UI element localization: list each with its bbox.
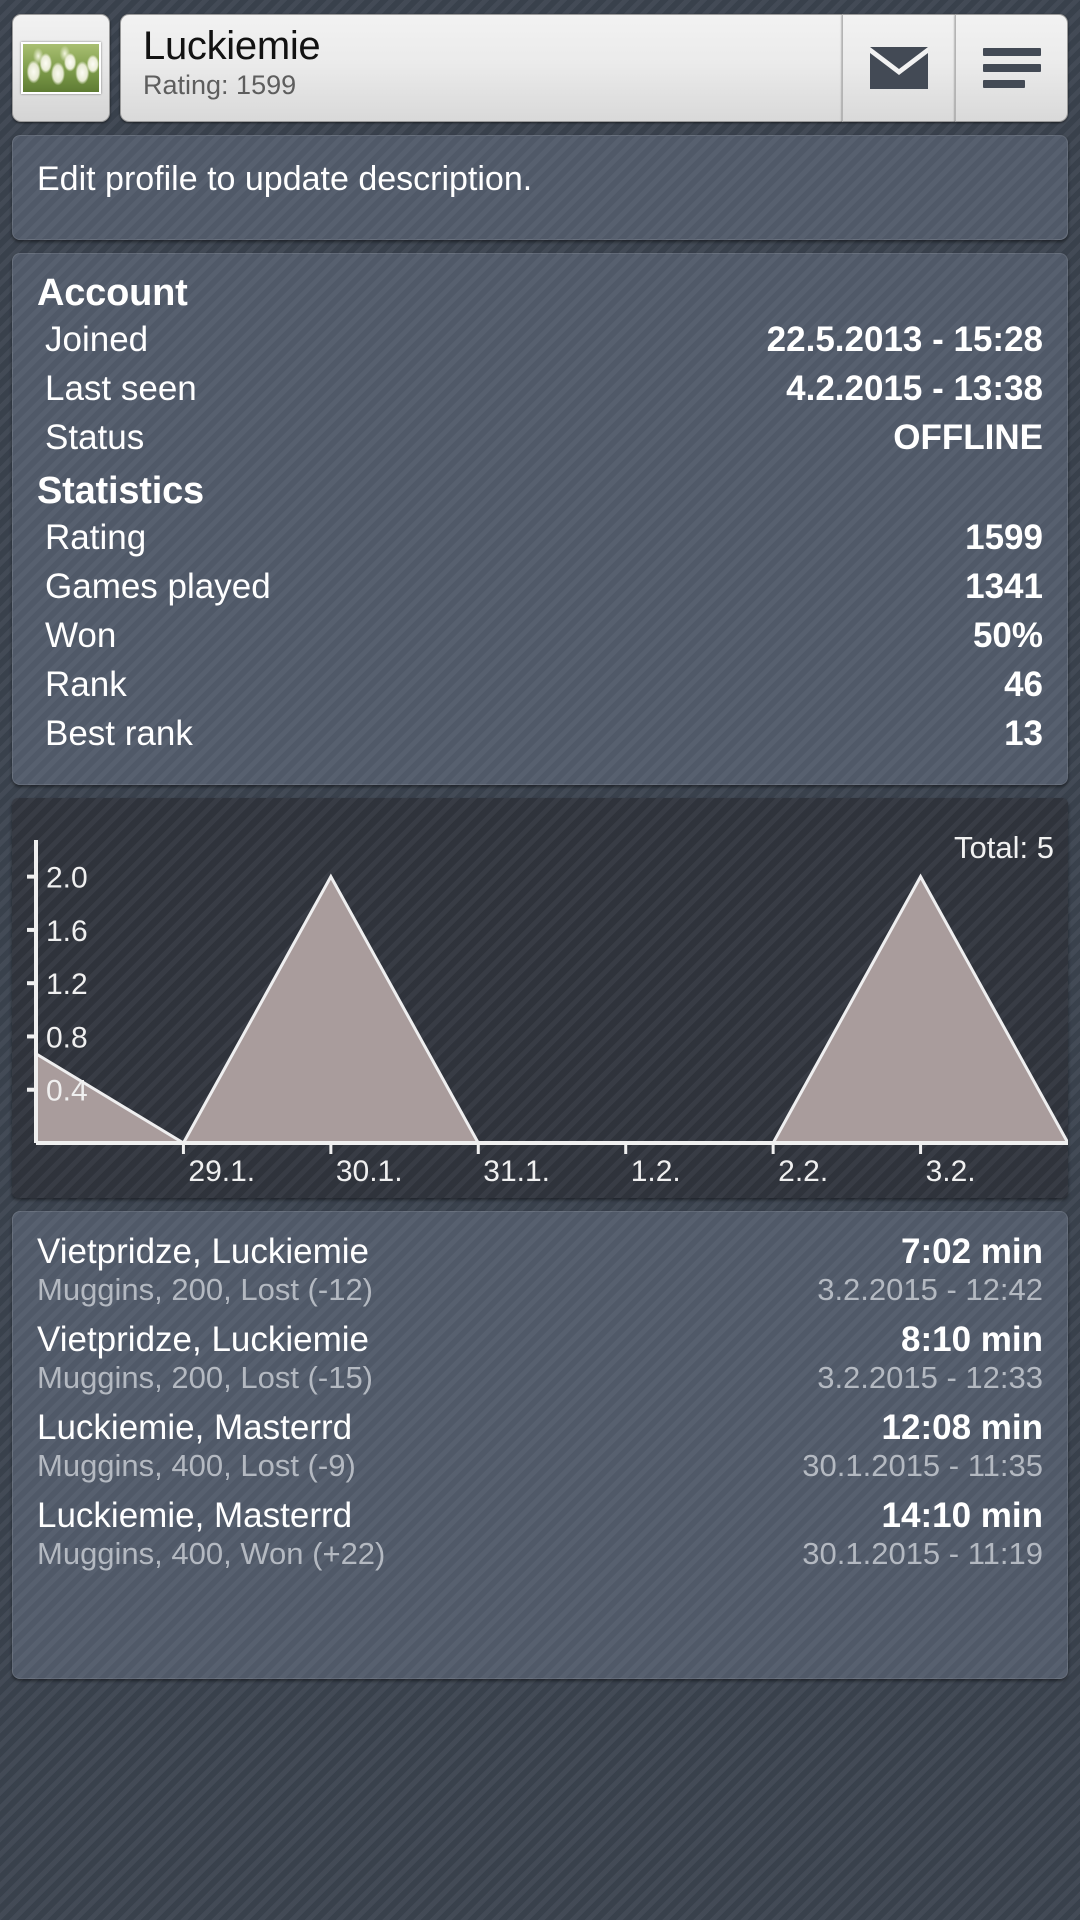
row-value: 22.5.2013 - 15:28 <box>766 320 1043 359</box>
row-label: Rating <box>45 518 147 557</box>
row-value: 4.2.2015 - 13:38 <box>786 369 1043 408</box>
game-duration: 14:10 min <box>881 1496 1043 1535</box>
avatar-button[interactable] <box>12 14 110 122</box>
statistics-section-heading: Statistics <box>37 470 204 512</box>
game-date: 30.1.2015 - 11:35 <box>802 1448 1043 1483</box>
row-label: Last seen <box>45 369 197 408</box>
page-title: Luckiemie <box>143 24 321 68</box>
envelope-icon <box>870 47 928 89</box>
messages-button[interactable] <box>842 14 955 122</box>
stats-row-rank: Rank 46 <box>37 660 1043 709</box>
svg-text:0.8: 0.8 <box>46 1021 88 1054</box>
list-item[interactable]: Luckiemie, Masterrd 12:08 min Muggins, 4… <box>35 1404 1045 1492</box>
svg-text:1.6: 1.6 <box>46 915 88 948</box>
row-label: Rank <box>45 665 127 704</box>
list-item[interactable]: Luckiemie, Masterrd 14:10 min Muggins, 4… <box>35 1492 1045 1580</box>
row-value: 50% <box>972 616 1043 655</box>
svg-text:31.1.: 31.1. <box>483 1155 550 1188</box>
account-row-joined: Joined 22.5.2013 - 15:28 <box>37 315 1043 364</box>
game-date: 30.1.2015 - 11:19 <box>802 1536 1043 1571</box>
svg-text:1.2: 1.2 <box>46 968 88 1001</box>
row-label: Games played <box>45 567 271 606</box>
svg-text:2.0: 2.0 <box>46 862 88 895</box>
game-players: Luckiemie, Masterrd <box>37 1496 353 1535</box>
account-section-heading: Account <box>37 272 188 314</box>
game-players: Luckiemie, Masterrd <box>37 1408 353 1447</box>
account-statistics-card: Account Joined 22.5.2013 - 15:28 Last se… <box>12 253 1068 785</box>
row-label: Best rank <box>45 714 193 753</box>
svg-text:30.1.: 30.1. <box>336 1155 403 1188</box>
game-meta: Muggins, 200, Lost (-15) <box>37 1360 374 1395</box>
game-duration: 8:10 min <box>901 1320 1043 1359</box>
svg-text:Total: 5: Total: 5 <box>954 830 1054 865</box>
stats-row-best-rank: Best rank 13 <box>37 709 1043 758</box>
game-players: Vietpridze, Luckiemie <box>37 1232 370 1271</box>
hamburger-menu-icon <box>982 48 1041 88</box>
row-label: Won <box>45 616 117 655</box>
activity-chart: 0.4 0.8 1.2 1.6 2.0 29.1. 30.1. 31.1. 1.2. 2.2. 3.… <box>12 798 1068 1198</box>
account-row-status: Status OFFLINE <box>37 413 1043 462</box>
stats-row-games-played: Games played 1341 <box>37 562 1043 611</box>
stats-row-won: Won 50% <box>37 611 1043 660</box>
status-badge: OFFLINE <box>893 418 1043 457</box>
row-label: Joined <box>45 320 149 359</box>
svg-text:2.2.: 2.2. <box>778 1155 828 1188</box>
row-value: 1599 <box>965 518 1043 557</box>
profile-description-card[interactable]: Edit profile to update description. <box>12 135 1068 240</box>
account-row-last-seen: Last seen 4.2.2015 - 13:38 <box>37 364 1043 413</box>
svg-text:3.2.: 3.2. <box>926 1155 976 1188</box>
svg-text:0.4: 0.4 <box>46 1075 88 1108</box>
game-date: 3.2.2015 - 12:33 <box>817 1360 1043 1395</box>
row-value: 13 <box>1004 714 1043 753</box>
svg-text:1.2.: 1.2. <box>631 1155 681 1188</box>
profile-description-text: Edit profile to update description. <box>37 160 533 198</box>
svg-text:29.1.: 29.1. <box>188 1155 255 1188</box>
activity-chart-labels: 0.4 0.8 1.2 1.6 2.0 29.1. 30.1. 31.1. 1.2. 2.2. 3.… <box>46 830 1054 1188</box>
game-date: 3.2.2015 - 12:42 <box>817 1272 1043 1307</box>
list-item[interactable]: Vietpridze, Luckiemie 7:02 min Muggins, … <box>35 1228 1045 1316</box>
action-bar: Luckiemie Rating: 1599 <box>0 0 1080 122</box>
row-value: 1341 <box>965 567 1043 606</box>
menu-button[interactable] <box>955 14 1068 122</box>
row-value: 46 <box>1004 665 1043 704</box>
rating-subtitle: Rating: 1599 <box>143 70 297 100</box>
list-item[interactable]: Vietpridze, Luckiemie 8:10 min Muggins, … <box>35 1316 1045 1404</box>
profile-title-button[interactable]: Luckiemie Rating: 1599 <box>120 14 842 122</box>
game-duration: 12:08 min <box>881 1408 1043 1447</box>
recent-games-list[interactable]: Vietpridze, Luckiemie 7:02 min Muggins, … <box>12 1211 1068 1679</box>
stats-row-rating: Rating 1599 <box>37 513 1043 562</box>
game-meta: Muggins, 400, Lost (-9) <box>37 1448 356 1483</box>
avatar <box>21 42 101 94</box>
game-meta: Muggins, 400, Won (+22) <box>37 1536 386 1571</box>
game-meta: Muggins, 200, Lost (-12) <box>37 1272 374 1307</box>
game-duration: 7:02 min <box>901 1232 1043 1271</box>
game-players: Vietpridze, Luckiemie <box>37 1320 370 1359</box>
row-label: Status <box>45 418 145 457</box>
